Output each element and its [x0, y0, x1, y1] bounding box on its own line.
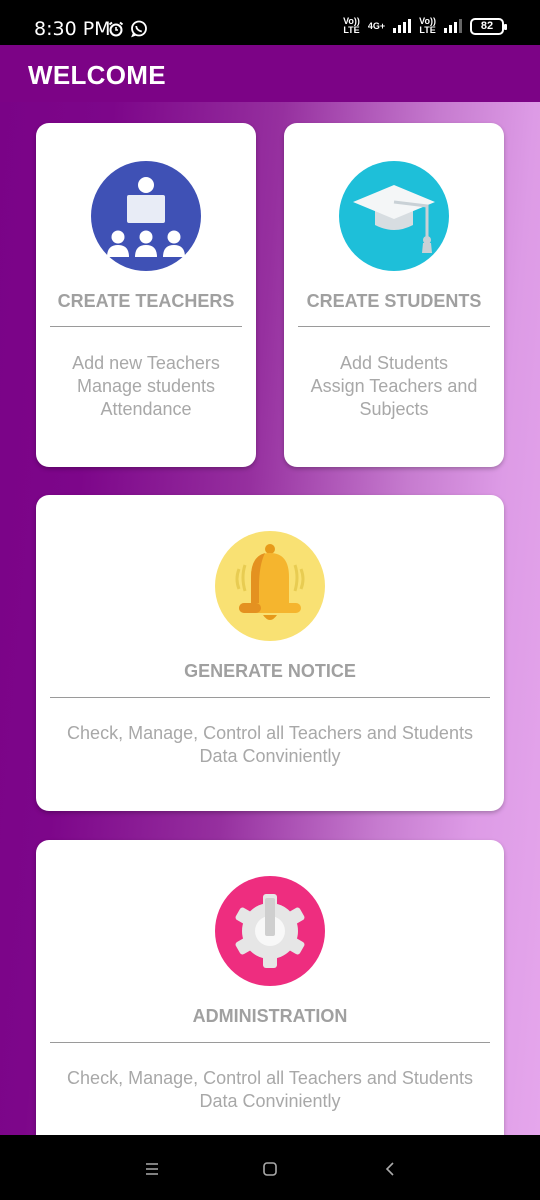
administration-title: ADMINISTRATION: [192, 1006, 348, 1026]
bell-icon: [215, 531, 325, 641]
generate-notice-card[interactable]: GENERATE NOTICE Check, Manage, Control a…: [36, 495, 504, 811]
dashboard-content[interactable]: CREATE TEACHERS Add new Teachers Manage …: [0, 102, 540, 1135]
battery-icon: 82: [470, 17, 507, 35]
create-teachers-description: Add new Teachers Manage students Attenda…: [72, 353, 220, 419]
network-label-3: Vo)) LTE: [419, 16, 436, 35]
divider: [50, 326, 242, 327]
generate-notice-title: GENERATE NOTICE: [184, 661, 356, 681]
divider: [50, 1042, 490, 1043]
gear-icon: [215, 876, 325, 986]
status-system-icons: Vo)) LTE 4G+ Vo)) LTE 82: [343, 16, 507, 35]
status-bar: 8:30 PM Vo)) LTE 4G+ Vo)) LTE 82: [0, 0, 540, 45]
signal-icon: [393, 19, 412, 33]
back-icon[interactable]: [378, 1157, 402, 1181]
create-students-description: Add Students Assign Teachers and Subject…: [310, 353, 478, 419]
app-bar: WELCOME: [0, 45, 540, 102]
status-notification-icons: [108, 20, 148, 38]
menu-icon[interactable]: [140, 1157, 164, 1181]
teacher-classroom-icon: [91, 161, 201, 271]
generate-notice-description: Check, Manage, Control all Teachers and …: [67, 723, 473, 766]
create-students-card[interactable]: CREATE STUDENTS Add Students Assign Teac…: [284, 123, 504, 467]
signal-icon-2: [444, 19, 462, 33]
system-nav-bar: [0, 1135, 540, 1200]
alarm-icon: [108, 21, 124, 37]
page-title: WELCOME: [28, 60, 166, 90]
status-time: 8:30 PM: [34, 18, 111, 40]
divider: [298, 326, 490, 327]
home-icon[interactable]: [258, 1157, 282, 1181]
divider: [50, 697, 490, 698]
create-teachers-card[interactable]: CREATE TEACHERS Add new Teachers Manage …: [36, 123, 256, 467]
administration-description: Check, Manage, Control all Teachers and …: [67, 1068, 473, 1111]
administration-card[interactable]: ADMINISTRATION Check, Manage, Control al…: [36, 840, 504, 1135]
network-label-2: 4G+: [367, 20, 386, 31]
whatsapp-icon: [131, 20, 147, 38]
graduation-cap-icon: [339, 161, 449, 271]
create-students-title: CREATE STUDENTS: [306, 291, 482, 311]
network-label-1: Vo)) LTE: [343, 16, 360, 35]
create-teachers-title: CREATE TEACHERS: [57, 291, 235, 311]
